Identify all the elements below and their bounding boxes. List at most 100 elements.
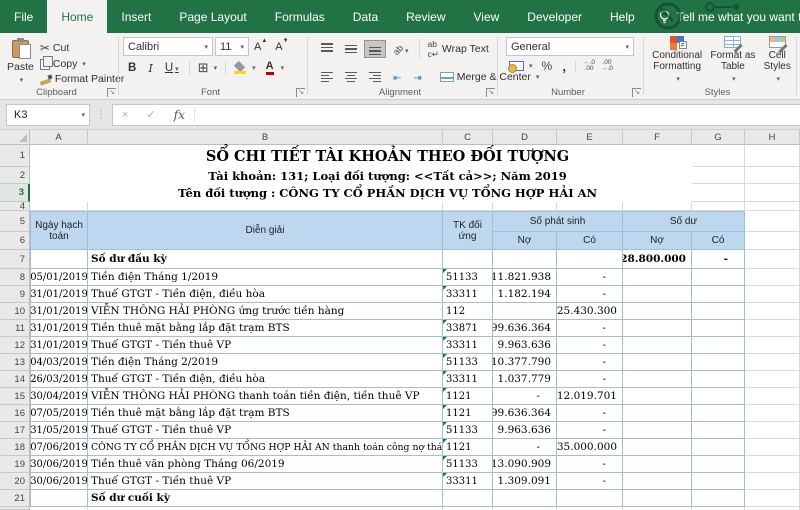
table-row[interactable]: 31/05/2019 Thuế GTGT - Tiền thuê VP 5113… <box>30 422 800 439</box>
header-arising[interactable]: Số phát sinh <box>493 211 623 232</box>
tab-home[interactable]: Home <box>47 0 107 33</box>
row-header-19[interactable]: 19 <box>0 456 30 473</box>
col-header-F[interactable]: F <box>623 130 692 145</box>
title-row-1[interactable]: SỔ CHI TIẾT TÀI KHOẢN THEO ĐỐI TƯỢNG <box>30 145 800 167</box>
align-center-button[interactable] <box>340 69 362 85</box>
row-header-18[interactable]: 18 <box>0 439 30 456</box>
cell-G1[interactable] <box>692 145 745 167</box>
copy-button[interactable]: Copy <box>37 57 127 71</box>
align-right-button[interactable] <box>364 69 386 85</box>
tab-review[interactable]: Review <box>392 0 459 33</box>
cell-G2[interactable] <box>692 167 745 184</box>
col-header-A[interactable]: A <box>30 130 88 145</box>
cell-H3[interactable] <box>745 184 800 202</box>
orientation-button[interactable]: ab <box>388 37 414 61</box>
table-row[interactable]: 30/04/2019 VIỄN THÔNG HẢI PHÒNG thanh to… <box>30 388 800 405</box>
table-row[interactable]: 26/03/2019 Thuế GTGT - Tiền điện, điều h… <box>30 371 800 388</box>
row-header-8[interactable]: 8 <box>0 269 30 286</box>
row-header-5[interactable]: 5 <box>0 211 30 232</box>
tab-help[interactable]: Help <box>596 0 649 33</box>
format-as-table-button[interactable]: Format asTable <box>710 36 755 85</box>
row-header-6[interactable]: 6 <box>0 232 30 250</box>
row-header-11[interactable]: 11 <box>0 320 30 337</box>
header-balance[interactable]: Số dư <box>623 211 745 232</box>
table-row[interactable]: 30/06/2019 Tiền thuê văn phòng Tháng 06/… <box>30 456 800 473</box>
decrease-decimal-button[interactable]: .00→.0 <box>599 60 615 72</box>
header-description[interactable]: Diễn giải <box>88 211 443 250</box>
header-arising-debit[interactable]: Nợ <box>493 232 557 250</box>
col-header-C[interactable]: C <box>443 130 493 145</box>
name-box[interactable]: K3 ▾ <box>6 104 90 126</box>
closing-balance-row[interactable]: Số dư cuối kỳ <box>30 490 800 507</box>
cut-button[interactable]: Cut <box>37 40 127 56</box>
dialog-launcher-icon[interactable] <box>486 88 495 97</box>
cell-G3[interactable] <box>692 184 745 202</box>
col-header-H[interactable]: H <box>745 130 800 145</box>
grow-font-button[interactable]: A▲ <box>251 41 270 53</box>
dialog-launcher-icon[interactable] <box>632 88 641 97</box>
font-name-select[interactable]: Calibri▾ <box>123 37 213 56</box>
row-header-9[interactable]: 9 <box>0 286 30 303</box>
dialog-launcher-icon[interactable] <box>107 88 116 97</box>
increase-indent-button[interactable]: ⇥ <box>408 65 426 89</box>
row-header-16[interactable]: 16 <box>0 405 30 422</box>
title-row-3[interactable]: Tên đối tượng : CÔNG TY CỔ PHẦN DỊCH VỤ … <box>30 184 800 202</box>
enter-icon[interactable]: ✓ <box>137 108 164 121</box>
formula-input[interactable] <box>195 105 800 125</box>
align-top-button[interactable] <box>316 40 338 58</box>
col-header-G[interactable]: G <box>692 130 745 145</box>
table-row[interactable]: 30/06/2019 Thuế GTGT - Tiền thuê VP 3331… <box>30 473 800 490</box>
tab-view[interactable]: View <box>460 0 514 33</box>
row-header-12[interactable]: 12 <box>0 337 30 354</box>
row-header-4[interactable]: 4 <box>0 202 30 211</box>
empty-row-4[interactable] <box>30 202 800 211</box>
cancel-icon[interactable]: × <box>113 109 137 121</box>
tab-insert[interactable]: Insert <box>107 0 165 33</box>
table-row[interactable]: 07/06/2019 CÔNG TY CỔ PHẦN DỊCH VỤ TỔNG … <box>30 439 800 456</box>
tab-developer[interactable]: Developer <box>513 0 596 33</box>
table-row[interactable]: 31/01/2019 Thuế GTGT - Tiền thuê VP 3331… <box>30 337 800 354</box>
header-balance-debit[interactable]: Nợ <box>623 232 692 250</box>
table-row[interactable]: 05/01/2019 Tiền điện Tháng 1/2019 51133 … <box>30 269 800 286</box>
cell-H5[interactable] <box>745 211 800 232</box>
shrink-font-button[interactable]: A▼ <box>272 41 291 53</box>
tab-formulas[interactable]: Formulas <box>261 0 339 33</box>
row-header-20[interactable]: 20 <box>0 473 30 490</box>
tab-page-layout[interactable]: Page Layout <box>165 0 260 33</box>
italic-button[interactable]: I <box>143 60 158 76</box>
percent-style-button[interactable]: % <box>538 59 557 73</box>
insert-function-icon[interactable]: fx <box>165 108 195 122</box>
decrease-indent-button[interactable]: ⇤ <box>388 65 406 89</box>
fill-color-button[interactable] <box>231 61 259 75</box>
format-painter-button[interactable]: Format Painter <box>37 72 127 86</box>
underline-button[interactable]: U <box>160 61 184 75</box>
conditional-formatting-button[interactable]: ≠ ConditionalFormatting <box>652 36 702 85</box>
row-header-7[interactable]: 7 <box>0 250 30 269</box>
table-row[interactable]: 07/05/2019 Tiền thuê mặt bằng lắp đặt tr… <box>30 405 800 422</box>
bold-button[interactable]: B <box>123 61 141 75</box>
comma-style-button[interactable]: , <box>558 62 570 70</box>
table-row[interactable]: 04/03/2019 Tiền điện Tháng 2/2019 51133 … <box>30 354 800 371</box>
row-header-13[interactable]: 13 <box>0 354 30 371</box>
header-account[interactable]: TK đối ứng <box>443 211 493 250</box>
align-left-button[interactable] <box>316 69 338 85</box>
col-header-E[interactable]: E <box>557 130 623 145</box>
cell-H1[interactable] <box>745 145 800 167</box>
select-all-corner[interactable] <box>0 130 30 145</box>
table-row[interactable]: 31/01/2019 Thuế GTGT - Tiền điện, điều h… <box>30 286 800 303</box>
tab-data[interactable]: Data <box>339 0 392 33</box>
opening-balance-row[interactable]: Số dư đầu kỳ 28.800.000 - <box>30 250 800 269</box>
row-header-14[interactable]: 14 <box>0 371 30 388</box>
row-header-17[interactable]: 17 <box>0 422 30 439</box>
increase-decimal-button[interactable]: ←.0.00 <box>581 60 597 72</box>
align-bottom-button[interactable] <box>364 40 386 58</box>
header-balance-credit[interactable]: Có <box>692 232 745 250</box>
cell-styles-button[interactable]: CellStyles <box>764 36 791 85</box>
row-header-10[interactable]: 10 <box>0 303 30 320</box>
formula-bar-handle[interactable]: ⋮ <box>94 109 108 120</box>
col-header-D[interactable]: D <box>493 130 557 145</box>
row-header-2[interactable]: 2 <box>0 167 30 184</box>
accounting-format-button[interactable] <box>506 60 536 72</box>
borders-button[interactable] <box>195 59 220 77</box>
header-date[interactable]: Ngày hạch toán <box>30 211 88 250</box>
